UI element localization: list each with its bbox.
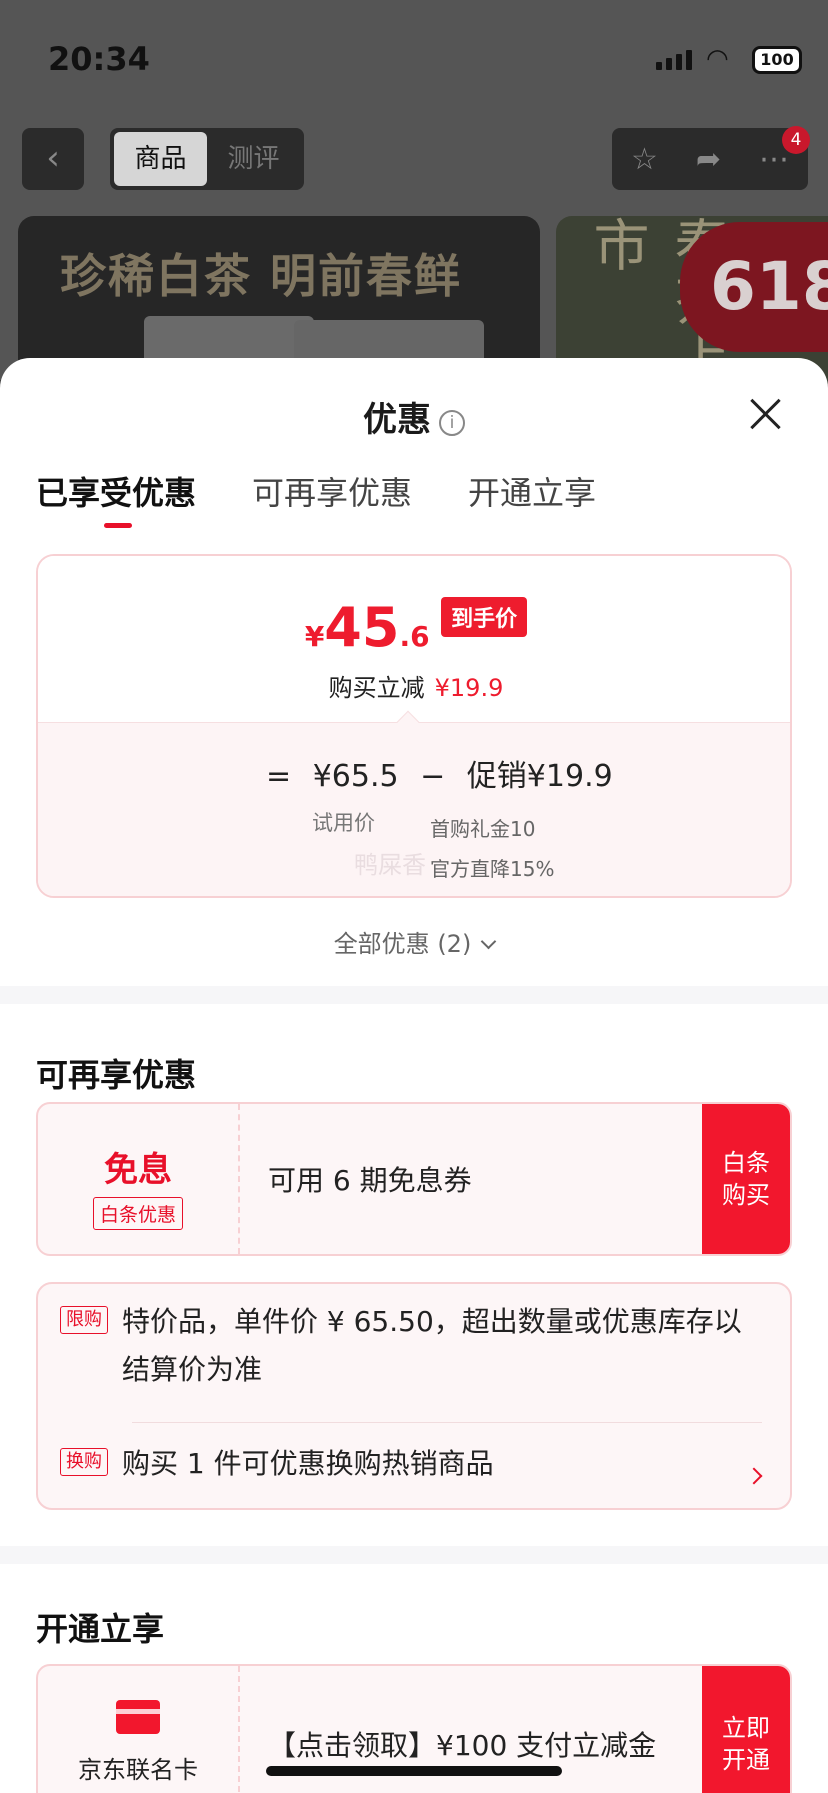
star-icon[interactable]: ☆	[631, 142, 658, 177]
button-line-2: 开通	[722, 1746, 770, 1774]
price-integer: 45	[324, 596, 400, 659]
button-line-1: 白条	[722, 1149, 770, 1177]
sheet-title-text: 优惠	[363, 400, 431, 440]
back-button[interactable]: ‹	[22, 128, 84, 190]
price-currency: ¥	[304, 620, 325, 653]
rule-tag-limit: 限购	[60, 1306, 108, 1334]
price-decimal: .6	[399, 620, 430, 653]
formula-equals: =	[266, 759, 292, 794]
watermark-text: 鸭屎香	[354, 851, 426, 879]
promotions-sheet: 优惠 i 已享受优惠 可再享优惠 开通立享 ¥45.6 到手价 购买立减 ¥19.9…	[0, 358, 828, 1793]
rule-tag-exchange: 换购	[60, 1448, 108, 1476]
home-indicator	[266, 1766, 562, 1776]
info-icon[interactable]: i	[439, 410, 465, 436]
section-title-more: 可再享优惠	[36, 1056, 197, 1094]
formula-minus: −	[420, 759, 446, 794]
button-line-2: 购买	[722, 1181, 770, 1209]
tab-open-to-enjoy[interactable]: 开通立享	[468, 468, 596, 528]
product-navbar: ‹ 商品 测评 ☆ ➦ ⋯	[0, 128, 828, 190]
signal-icon	[656, 48, 692, 70]
sheet-title: 优惠 i	[0, 392, 828, 441]
product-page-background: 20:34 ◠ 100 ‹ 商品 测评 ☆ ➦ ⋯ 4 珍稀白茶 明前春鲜 春茶…	[0, 0, 828, 386]
baitiao-buy-button[interactable]: 白条 购买	[702, 1104, 790, 1254]
all-promos-toggle[interactable]: 全部优惠 (2)	[0, 924, 828, 959]
promo-tabs: 已享受优惠 可再享优惠 开通立享	[36, 468, 596, 528]
wifi-icon: ◠	[706, 44, 729, 74]
banner-main-text: 珍稀白茶 明前春鲜	[60, 249, 463, 303]
rule-limit: 限购 特价品，单件价 ¥ 65.50，超出数量或优惠库存以结算价为准	[60, 1298, 752, 1394]
share-icon[interactable]: ➦	[696, 142, 721, 177]
purchase-rules: 限购 特价品，单件价 ¥ 65.50，超出数量或优惠库存以结算价为准 换购 购买…	[36, 1282, 792, 1510]
final-price: ¥45.6 到手价	[38, 596, 790, 659]
coupon-left-tag: 白条优惠	[92, 1197, 183, 1230]
all-promos-label: 全部优惠 (2)	[333, 930, 472, 958]
price-breakdown: = ¥65.5 − 促销¥19.9 试用价 首购礼金10 官方直降15% 鸭屎香	[38, 722, 790, 896]
notification-badge: 4	[782, 126, 810, 154]
promo-detail-2: 官方直降15%	[430, 857, 555, 881]
open-now-button[interactable]: 立即 开通	[702, 1666, 790, 1793]
coupon-left-title: 免息	[104, 1150, 172, 1190]
rule-exchange[interactable]: 换购 购买 1 件可优惠换购热销商品	[60, 1440, 752, 1488]
coupon-left: 免息 白条优惠	[38, 1104, 240, 1254]
rule-text-limit: 特价品，单件价 ¥ 65.50，超出数量或优惠库存以结算价为准	[122, 1305, 742, 1386]
formula-base-price: ¥65.5	[312, 759, 399, 794]
nav-actions: ☆ ➦ ⋯	[612, 128, 808, 190]
chevron-down-icon	[481, 933, 497, 950]
price-formula: = ¥65.5 − 促销¥19.9	[266, 751, 625, 795]
card-name: 京东联名卡	[78, 1756, 198, 1784]
segment-control: 商品 测评	[110, 128, 304, 190]
status-time: 20:34	[48, 40, 150, 78]
credit-card-icon	[116, 1700, 160, 1734]
base-price-label: 试用价	[312, 811, 375, 835]
final-price-card: ¥45.6 到手价 购买立减 ¥19.9 = ¥65.5 − 促销¥19.9 试用…	[36, 554, 792, 898]
promo-618-badge: 618	[680, 222, 828, 352]
segment-review[interactable]: 测评	[207, 132, 300, 186]
final-price-tag: 到手价	[441, 597, 528, 637]
price-summary: ¥45.6 到手价 购买立减 ¥19.9	[38, 556, 790, 722]
section-divider	[0, 986, 828, 1004]
card-left: 京东联名卡	[38, 1666, 240, 1793]
saving-amount: ¥19.9	[434, 674, 504, 702]
button-line-1: 立即	[722, 1714, 770, 1742]
close-icon[interactable]	[748, 396, 784, 432]
saving-label: 购买立减	[328, 674, 425, 702]
rule-text-exchange: 购买 1 件可优惠换购热销商品	[122, 1447, 494, 1480]
rule-separator	[132, 1422, 762, 1423]
tab-enjoyed[interactable]: 已享受优惠	[36, 468, 196, 528]
segment-product[interactable]: 商品	[114, 132, 207, 186]
coupon-text: 可用 6 期免息券	[268, 1164, 472, 1197]
promo-detail-1: 首购礼金10	[430, 817, 536, 841]
tab-more-available[interactable]: 可再享优惠	[252, 468, 412, 528]
formula-promo: 促销¥19.9	[466, 759, 613, 794]
interest-free-coupon: 免息 白条优惠 可用 6 期免息券 白条 购买	[36, 1102, 792, 1256]
status-bar: 20:34 ◠ 100	[0, 0, 828, 120]
saving-line: 购买立减 ¥19.9	[38, 668, 790, 703]
battery-icon: 100	[752, 46, 802, 74]
section-title-open: 开通立享	[36, 1610, 165, 1648]
chevron-left-icon: ‹	[46, 138, 60, 178]
section-divider	[0, 1546, 828, 1564]
